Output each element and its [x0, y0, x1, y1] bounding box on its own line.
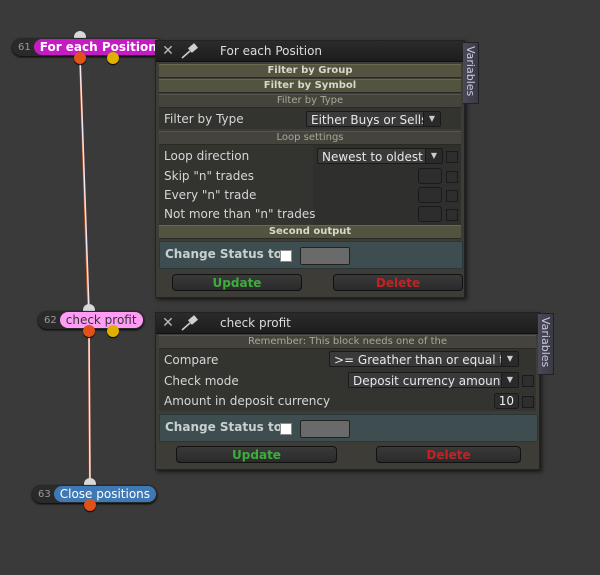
section-filter-by-type[interactable]: Filter by Type	[159, 94, 461, 108]
node-63-label: Close positions	[53, 486, 157, 502]
change-status-checkbox[interactable]	[280, 423, 292, 435]
change-status-color-field[interactable]	[300, 420, 350, 438]
check-mode-value: Deposit currency amount	[353, 374, 506, 388]
remember-note: Remember: This block needs one of the	[159, 335, 536, 349]
section-filter-by-symbol[interactable]: Filter by Symbol	[159, 79, 461, 93]
compare-label: Compare	[164, 353, 219, 367]
check-profit-panel: ✕ check profit Remember: This block need…	[155, 312, 540, 470]
skip-n-trades-label: Skip "n" trades	[164, 169, 255, 183]
variables-tab-2-label: Variables	[539, 317, 552, 368]
chevron-down-icon: ▼	[425, 149, 442, 163]
output-connector-63[interactable]	[84, 499, 96, 511]
output-connector-61[interactable]	[74, 52, 86, 64]
section-loop-settings[interactable]: Loop settings	[159, 131, 461, 145]
filter-type-select[interactable]: Either Buys or Sells ▼	[306, 111, 441, 127]
variables-tab-1[interactable]: Variables	[463, 42, 479, 104]
pin-icon[interactable]	[180, 42, 200, 60]
node-63-number: 63	[38, 488, 51, 500]
loop-direction-label: Loop direction	[164, 149, 250, 163]
output-connector-62[interactable]	[83, 325, 95, 337]
compare-value: >= Greather than or equal to	[334, 353, 512, 367]
update-button[interactable]: Update	[172, 274, 302, 291]
secondary-output-connector-62[interactable]	[107, 325, 119, 337]
not-more-than-n-trades-label: Not more than "n" trades	[164, 207, 316, 221]
amount-label: Amount in deposit currency	[164, 394, 331, 408]
loop-direction-value: Newest to oldest	[322, 150, 423, 164]
check-mode-select[interactable]: Deposit currency amount ▼	[348, 372, 519, 388]
change-status-color-field[interactable]	[300, 247, 350, 265]
change-status-row: Change Status to	[159, 414, 538, 442]
wire-61-62-light	[79, 57, 90, 311]
node-61-number: 61	[18, 41, 31, 53]
change-status-label: Change Status to	[165, 247, 282, 261]
delete-button[interactable]: Delete	[376, 446, 521, 463]
section-filter-by-group[interactable]: Filter by Group	[159, 64, 461, 78]
filter-type-label: Filter by Type	[164, 112, 244, 126]
not-more-than-n-trades-input[interactable]	[418, 206, 442, 222]
not-more-than-n-trades-checkbox[interactable]	[446, 209, 458, 221]
wire-62-63-light	[88, 331, 91, 485]
close-icon[interactable]: ✕	[161, 44, 175, 58]
node-62-number: 62	[44, 314, 57, 326]
filter-type-value: Either Buys or Sells	[311, 113, 428, 127]
chevron-down-icon: ▼	[501, 373, 518, 387]
every-n-trade-label: Every "n" trade	[164, 188, 257, 202]
check-mode-checkbox[interactable]	[522, 375, 534, 387]
change-status-row: Change Status to	[159, 241, 463, 269]
update-button[interactable]: Update	[176, 446, 337, 463]
check-mode-label: Check mode	[164, 374, 239, 388]
amount-checkbox[interactable]	[522, 396, 534, 408]
change-status-checkbox[interactable]	[280, 250, 292, 262]
pin-icon[interactable]	[180, 314, 200, 332]
node-62-label: check profit	[59, 312, 143, 328]
chevron-down-icon: ▼	[423, 112, 440, 126]
panel2-title: check profit	[220, 316, 291, 330]
node-61-label: For each Position	[33, 39, 163, 55]
change-status-label: Change Status to	[165, 420, 282, 434]
secondary-output-connector-61[interactable]	[107, 52, 119, 64]
for-each-position-panel: ✕ For each Position Filter by Group Filt…	[155, 40, 465, 298]
amount-input[interactable]: 10	[494, 393, 519, 409]
section-second-output[interactable]: Second output	[159, 225, 461, 239]
skip-n-trades-checkbox[interactable]	[446, 171, 458, 183]
loop-direction-checkbox[interactable]	[446, 151, 458, 163]
close-icon[interactable]: ✕	[161, 316, 175, 330]
variables-tab-2[interactable]: Variables	[538, 313, 554, 375]
every-n-trade-input[interactable]	[418, 187, 442, 203]
panel1-title: For each Position	[220, 44, 323, 58]
every-n-trade-checkbox[interactable]	[446, 190, 458, 202]
delete-button[interactable]: Delete	[333, 274, 463, 291]
panel1-titlebar[interactable]: ✕ For each Position	[156, 41, 464, 62]
variables-tab-1-label: Variables	[464, 46, 477, 97]
loop-direction-select[interactable]: Newest to oldest ▼	[317, 148, 443, 164]
compare-select[interactable]: >= Greather than or equal to ▼	[329, 351, 519, 367]
node-61[interactable]: 61 For each Position	[12, 38, 164, 56]
skip-n-trades-input[interactable]	[418, 168, 442, 184]
chevron-down-icon: ▼	[501, 352, 518, 366]
panel2-titlebar[interactable]: ✕ check profit	[156, 313, 539, 334]
